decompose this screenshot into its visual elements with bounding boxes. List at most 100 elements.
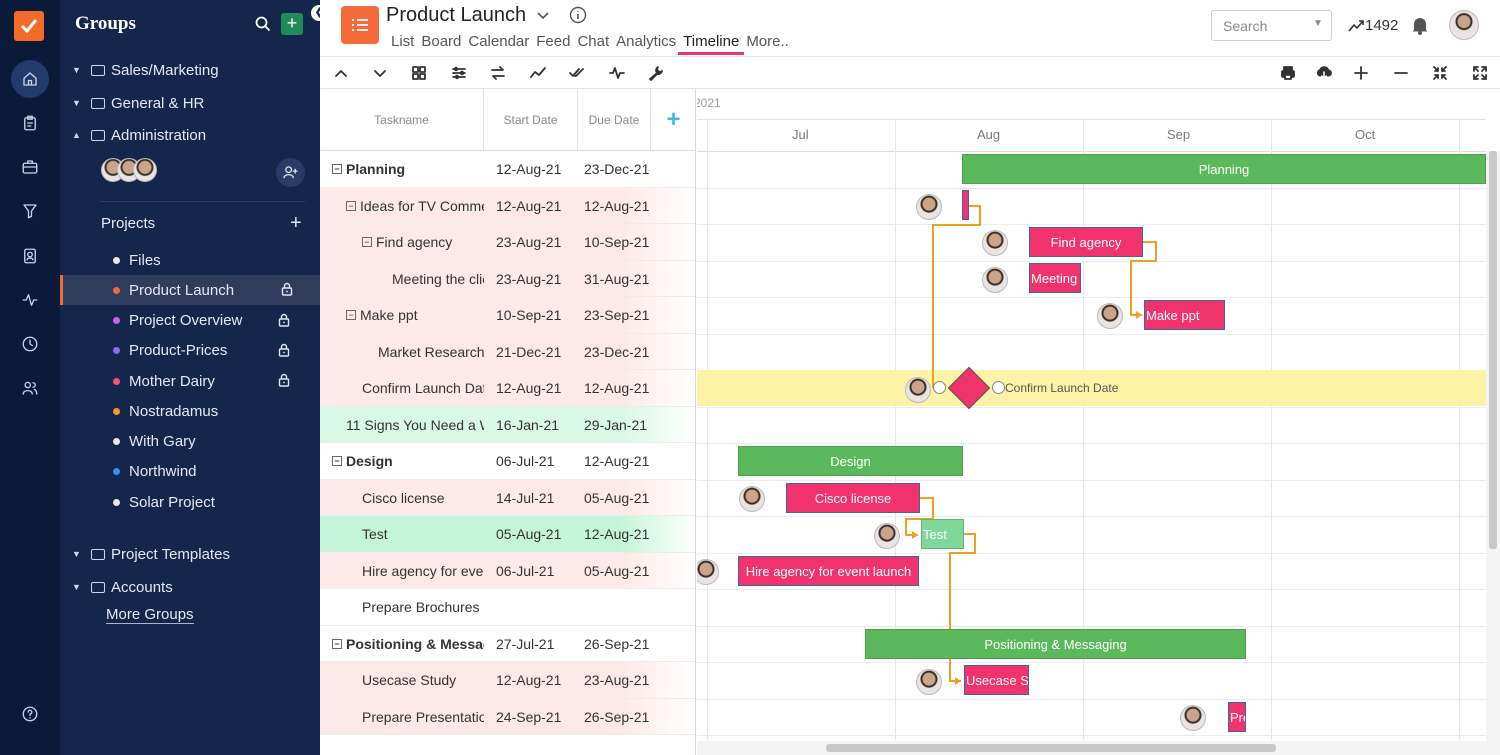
scrollbar-thumb[interactable] [1489, 151, 1497, 549]
task-row[interactable]: Hire agency for event launch 06-Jul-21 05-… [320, 552, 695, 589]
gantt-bar[interactable]: Hire agency for event launch [738, 556, 919, 586]
grid-view-icon[interactable] [408, 63, 430, 83]
milestone-handle-left[interactable] [933, 381, 946, 394]
group-accounts[interactable]: ▼ Accounts [72, 575, 173, 599]
assignee-avatar[interactable] [1097, 303, 1123, 329]
tab-list[interactable]: List [391, 33, 414, 55]
task-row[interactable]: Test 05-Aug-21 12-Aug-21 [320, 516, 695, 553]
filter-icon[interactable] [11, 192, 49, 230]
assignee-avatar[interactable] [982, 230, 1008, 256]
zoom-out-icon[interactable] [1390, 63, 1412, 83]
task-row[interactable]: Prepare Brochures [320, 589, 695, 626]
collapse-toggle-icon[interactable]: − [332, 638, 342, 649]
gantt-bar[interactable]: Find agency [1029, 227, 1143, 257]
add-member-button[interactable] [276, 158, 305, 187]
project-item[interactable]: Project Overview [60, 306, 320, 336]
activity-icon[interactable] [11, 281, 49, 319]
task-row[interactable]: Meeting the client 23-Aug-21 31-Aug-21 [320, 260, 695, 297]
group-project-templates[interactable]: ▼ Project Templates [72, 542, 230, 566]
project-item[interactable]: Nostradamus [60, 396, 320, 426]
group-administration[interactable]: ▲ Administration [72, 123, 206, 147]
contacts-icon[interactable] [11, 237, 49, 275]
task-row[interactable]: 11 Signs You Need a Website 16-Jan-21 29-J… [320, 406, 695, 443]
wrench-icon[interactable] [645, 63, 667, 83]
add-project-button[interactable]: + [290, 212, 302, 235]
gantt-bar[interactable] [962, 190, 969, 220]
gantt-bar[interactable]: Make ppt [1144, 300, 1225, 330]
tab-chat[interactable]: Chat [577, 33, 609, 55]
chevron-up-icon[interactable] [330, 63, 352, 83]
assignee-avatar[interactable] [874, 523, 900, 549]
collapse-icon[interactable] [1429, 63, 1451, 83]
gantt-bar[interactable]: Test [921, 519, 964, 549]
tab-analytics[interactable]: Analytics [616, 33, 676, 55]
task-row[interactable]: − Find agency 23-Aug-21 10-Sep-21 [320, 224, 695, 261]
scrollbar-thumb[interactable] [826, 744, 1276, 752]
list-menu-icon[interactable] [341, 6, 379, 44]
vertical-scrollbar[interactable] [1486, 151, 1500, 755]
assignee-avatar[interactable] [739, 486, 765, 512]
add-group-button[interactable]: + [281, 13, 303, 35]
gantt-bar[interactable]: Design [738, 446, 963, 476]
bell-icon[interactable] [1411, 16, 1429, 35]
print-icon[interactable] [1277, 63, 1299, 83]
group-sales-marketing[interactable]: ▼ Sales/Marketing [72, 58, 219, 82]
collapse-toggle-icon[interactable]: − [346, 200, 356, 211]
assignee-avatar[interactable] [1180, 705, 1206, 731]
assignee-avatar[interactable] [982, 267, 1008, 293]
users-icon[interactable] [11, 369, 49, 407]
user-avatar[interactable] [1449, 10, 1479, 40]
tab-calendar[interactable]: Calendar [468, 33, 529, 55]
project-item[interactable]: With Gary [60, 427, 320, 457]
pulse-icon[interactable] [606, 63, 628, 83]
task-row[interactable]: Usecase Study 12-Aug-21 23-Aug-21 [320, 662, 695, 699]
project-item[interactable]: Product-Prices [60, 336, 320, 366]
chevron-down-icon[interactable] [369, 63, 391, 83]
search-icon[interactable] [255, 16, 271, 32]
task-row[interactable]: Market Research 21-Dec-21 23-Dec-21 [320, 333, 695, 370]
column-header-start-date[interactable]: Start Date [484, 89, 578, 151]
task-row[interactable]: −Ideas for TV Commercial 12-Aug-21 12-Aug-… [320, 187, 695, 224]
settings-sliders-icon[interactable] [448, 63, 470, 83]
group-general-hr[interactable]: ▼ General & HR [72, 91, 204, 115]
task-row[interactable]: Confirm Launch Date 12-Aug-21 12-Aug-21 [320, 370, 695, 407]
gantt-bar[interactable]: Planning [962, 154, 1486, 184]
assignee-avatar[interactable] [905, 377, 931, 403]
gantt-bar[interactable]: Prepare Presentation [1228, 702, 1246, 732]
clipboard-icon[interactable] [11, 104, 49, 142]
trend-line-icon[interactable] [527, 63, 549, 83]
task-row[interactable]: Cisco license 14-Jul-21 05-Aug-21 [320, 479, 695, 516]
cloud-download-icon[interactable] [1313, 63, 1335, 83]
home-icon[interactable] [11, 60, 49, 98]
project-item[interactable]: Product Launch [60, 275, 320, 306]
briefcase-icon[interactable] [11, 148, 49, 186]
task-row[interactable]: Prepare Presentation 24-Sep-21 26-Sep-21 [320, 698, 695, 735]
assignee-avatar[interactable] [916, 194, 942, 220]
add-column-button[interactable]: + [651, 89, 695, 151]
project-item[interactable]: Solar Project [60, 487, 320, 517]
tab-more[interactable]: More.. [746, 33, 789, 55]
column-header-due-date[interactable]: Due Date [578, 89, 651, 151]
milestone-handle-right[interactable] [992, 381, 1005, 394]
assignee-avatar[interactable] [916, 669, 942, 695]
double-check-icon[interactable] [566, 63, 588, 83]
app-logo[interactable] [14, 11, 44, 41]
gantt-bar[interactable]: Cisco license [786, 483, 920, 513]
tab-timeline[interactable]: Timeline [678, 33, 745, 55]
collapse-toggle-icon[interactable]: − [332, 164, 342, 175]
gantt-bar[interactable]: Meeting the client [1029, 263, 1081, 293]
fullscreen-icon[interactable] [1469, 63, 1491, 83]
tab-feed[interactable]: Feed [536, 33, 570, 55]
swap-icon[interactable] [487, 63, 509, 83]
task-row[interactable]: − Make ppt 10-Sep-21 23-Sep-21 [320, 297, 695, 334]
group-row[interactable]: − Design 06-Jul-21 12-Aug-21 [320, 443, 695, 480]
collapse-toggle-icon[interactable]: − [332, 456, 342, 467]
info-icon[interactable] [569, 6, 587, 24]
zoom-in-icon[interactable] [1350, 63, 1372, 83]
member-avatars[interactable] [101, 158, 161, 184]
tab-board[interactable]: Board [421, 33, 461, 55]
help-icon[interactable] [11, 695, 49, 733]
chevron-down-icon[interactable] [536, 8, 550, 22]
project-item[interactable]: Files [60, 245, 320, 275]
search-input[interactable]: Search ▼ [1211, 10, 1332, 41]
